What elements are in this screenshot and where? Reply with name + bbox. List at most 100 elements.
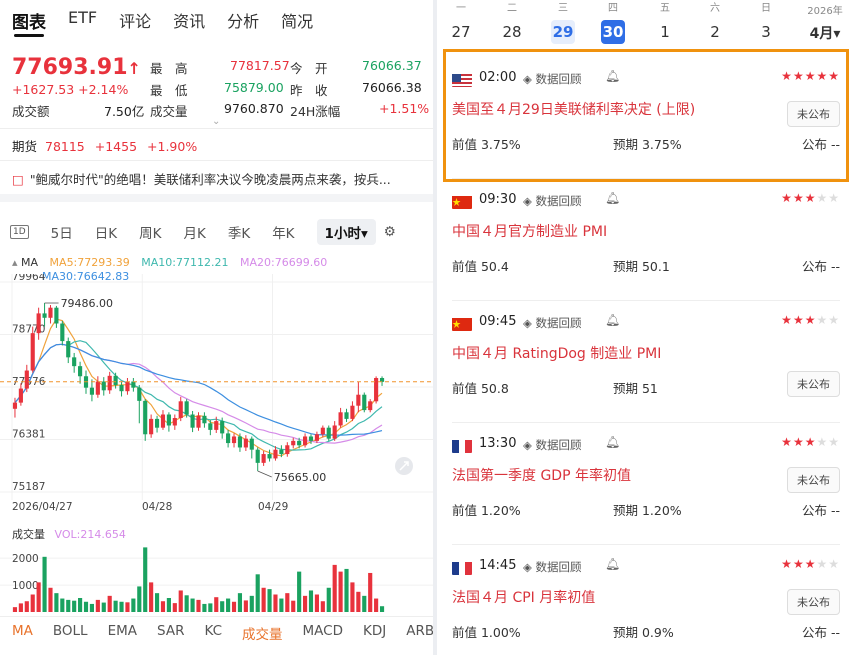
volume-bar	[285, 593, 290, 612]
month-dropdown[interactable]: 4月▾	[802, 23, 848, 43]
day-cell[interactable]: 六2	[697, 2, 733, 44]
period-tab-1d[interactable]: 1D	[10, 225, 29, 239]
nav-tab-news[interactable]: 资讯	[173, 8, 205, 33]
event-time: 09:30	[479, 192, 517, 207]
candle	[267, 449, 272, 462]
volume-chart[interactable]: 2000 1000	[0, 540, 433, 614]
volume-bar	[379, 606, 385, 612]
candle	[196, 412, 201, 431]
volume-bar	[326, 587, 331, 612]
period-tab-5d[interactable]: 5日	[51, 222, 73, 242]
nav-tab-profile[interactable]: 简况	[281, 8, 313, 33]
day-number[interactable]: 28	[494, 20, 530, 44]
bell-icon[interactable]: 🔔︎	[605, 435, 620, 449]
gear-icon[interactable]: ⚙	[384, 224, 396, 240]
volume-bar	[89, 603, 95, 612]
y-tick-label: 76381	[12, 429, 45, 441]
importance-stars: ★★★★★	[781, 313, 840, 327]
data-review-link[interactable]: ◈ 数据回顾	[523, 559, 582, 575]
data-review-link[interactable]: ◈ 数据回顾	[523, 437, 582, 453]
period-tab-quarter[interactable]: 季K	[228, 222, 250, 242]
previous-value: 前值 1.20%	[452, 503, 521, 518]
status-badge[interactable]: 未公布	[787, 589, 840, 615]
bell-icon[interactable]: 🔔︎	[605, 313, 620, 327]
nav-tab-etf[interactable]: ETF	[68, 8, 97, 33]
open-label-text: 今 开	[290, 61, 328, 76]
event-item[interactable]: 09:45 ◈ 数据回顾 🔔︎ ★★★★★ 中国４月 RatingDog 制造业 PMI…	[437, 305, 854, 423]
volume-bar	[237, 593, 243, 612]
previous-value: 前值 50.4	[452, 259, 509, 274]
ma-triangle-icon[interactable]: ▴	[12, 256, 18, 269]
volume-bar	[18, 603, 23, 612]
indicator-tab-volume[interactable]: 成交量	[242, 623, 283, 643]
volume-bar	[320, 601, 325, 612]
candle	[226, 429, 231, 448]
nav-tab-chart[interactable]: 图表	[12, 8, 46, 33]
period-tab-day[interactable]: 日K	[95, 222, 117, 242]
day-cell[interactable]: 五1	[647, 2, 683, 44]
period-tab-month[interactable]: 月K	[183, 222, 205, 242]
event-title[interactable]: 中国４月官方制造业 PMI	[452, 221, 607, 241]
indicator-tab-ma[interactable]: MA	[12, 623, 33, 643]
ma-label: MA	[21, 256, 39, 269]
bell-icon[interactable]: 🔔︎	[605, 557, 620, 571]
candle	[66, 337, 71, 364]
data-review-link[interactable]: ◈ 数据回顾	[523, 193, 582, 209]
candle	[344, 408, 349, 422]
up-arrow-icon: ↑	[127, 59, 141, 78]
day-number[interactable]: 3	[748, 20, 784, 44]
event-title[interactable]: 法国第一季度 GDP 年率初值	[452, 465, 631, 485]
event-title[interactable]: 中国４月 RatingDog 制造业 PMI	[452, 343, 661, 363]
period-tab-year[interactable]: 年K	[272, 222, 294, 242]
event-title[interactable]: 法国４月 CPI 月率初值	[452, 587, 595, 607]
indicator-tab-kc[interactable]: KC	[204, 623, 222, 643]
bell-icon[interactable]: 🔔︎	[605, 191, 620, 205]
day-number[interactable]: 29	[551, 20, 575, 44]
day-cell[interactable]: 日3	[748, 2, 784, 44]
indicator-tab-boll[interactable]: BOLL	[53, 623, 88, 643]
expand-chevron-icon[interactable]: ⌄	[212, 116, 220, 127]
indicator-tab-sar[interactable]: SAR	[157, 623, 184, 643]
day-number[interactable]: 30	[601, 20, 625, 44]
status-badge[interactable]: 未公布	[787, 371, 840, 397]
volume-value: 9760.870	[224, 101, 284, 116]
candle	[178, 396, 183, 422]
actual-value: 公布 --	[802, 625, 840, 640]
day-cell[interactable]: 三 29	[545, 2, 581, 44]
volume-bar	[154, 593, 160, 612]
cn-flag-icon	[452, 195, 472, 209]
volume-bar	[291, 600, 296, 612]
day-cell[interactable]: 二 28	[494, 2, 530, 44]
day-cell[interactable]: 四 30	[595, 2, 631, 44]
day-number[interactable]: 27	[443, 20, 479, 44]
period-dropdown-1h[interactable]: 1小时▾	[316, 219, 376, 245]
status-badge[interactable]: 未公布	[787, 467, 840, 493]
day-number[interactable]: 1	[647, 20, 683, 44]
forecast-value: 预期 50.1	[613, 259, 670, 274]
volume-label-text: 成交量	[150, 104, 188, 119]
volume-bar	[255, 574, 260, 612]
day-number[interactable]: 2	[697, 20, 733, 44]
data-review-link[interactable]: ◈ 数据回顾	[523, 315, 582, 331]
indicator-tab-kdj[interactable]: KDJ	[363, 623, 386, 643]
futures-row[interactable]: 期货 78115 +1455 +1.90%	[12, 136, 197, 155]
indicator-tab-ema[interactable]: EMA	[108, 623, 137, 643]
indicator-tab-macd[interactable]: MACD	[303, 623, 343, 643]
volume-bar	[131, 598, 136, 612]
period-tab-week[interactable]: 周K	[139, 222, 161, 242]
event-item[interactable]: 09:30◈ 数据回顾🔔︎★★★★★中国４月官方制造业 PMI未公布前值 50.…	[437, 183, 854, 301]
max-annotation: 79486.00	[61, 297, 114, 310]
nav-tab-comments[interactable]: 评论	[119, 8, 151, 33]
news-ticker[interactable]: □ "鲍威尔时代"的绝唱！美联储利率决议今晚凌晨两点来袭，按兵...	[12, 169, 422, 188]
volume-bar	[72, 600, 77, 612]
day-cell[interactable]: 一 27	[443, 2, 479, 44]
fullscreen-icon[interactable]	[395, 457, 413, 475]
candle	[149, 414, 154, 438]
low-label: 最 低	[150, 80, 188, 99]
nav-tab-analysis[interactable]: 分析	[227, 8, 259, 33]
event-item[interactable]: 14:45 ◈ 数据回顾 🔔︎ ★★★★★ 法国４月 CPI 月率初值 未公布 前值 1.0…	[437, 549, 854, 655]
volume-bar	[249, 595, 254, 612]
month-selector[interactable]: 2026年 4月▾	[802, 2, 848, 43]
event-item[interactable]: 13:30 ◈ 数据回顾 🔔︎ ★★★★★ 法国第一季度 GDP 年率初值 未公布 前值 1…	[437, 427, 854, 545]
candlestick-chart[interactable]: 79964787707757676381751872026/04/2704/28…	[0, 274, 433, 514]
